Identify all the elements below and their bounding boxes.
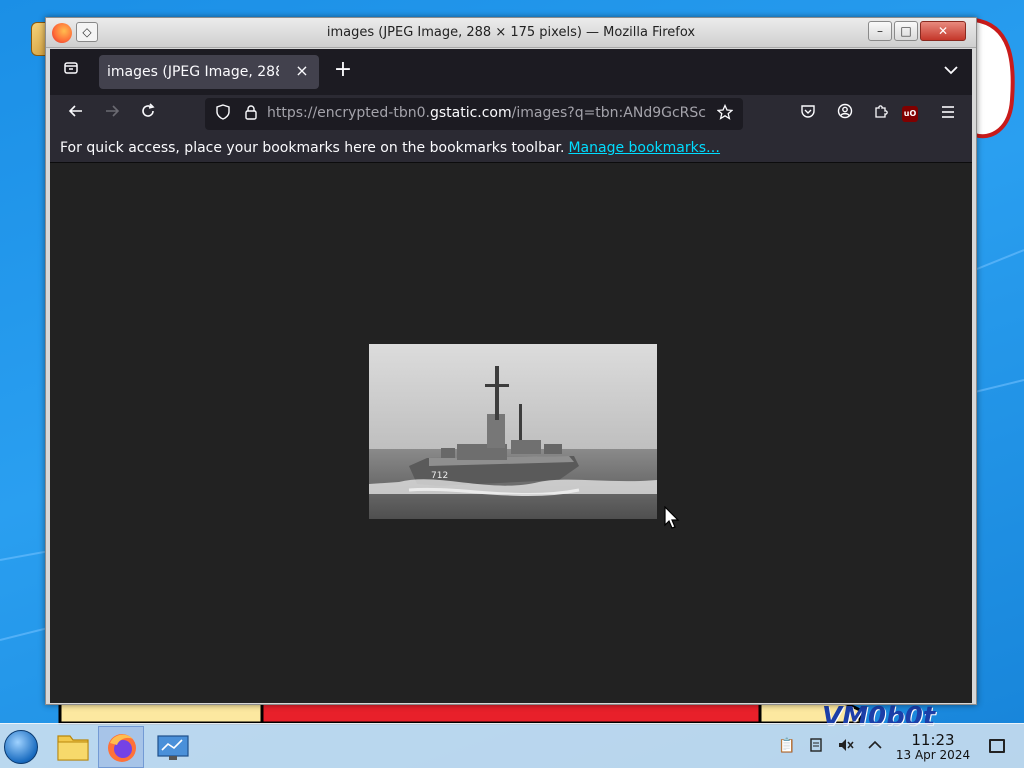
- bookmarks-toolbar: For quick access, place your bookmarks h…: [50, 133, 972, 163]
- destroyer-photo: 712: [369, 344, 657, 519]
- clipboard-tray-icon[interactable]: 📋: [778, 737, 796, 755]
- firefox-window: ◇ images (JPEG Image, 288 × 175 pixels) …: [45, 17, 977, 705]
- mouse-cursor: [664, 506, 680, 529]
- tab-close-icon[interactable]: ×: [293, 62, 311, 80]
- tray-expand-chevron-icon[interactable]: [866, 737, 884, 755]
- firefox-view-icon[interactable]: [58, 58, 84, 84]
- url-bar[interactable]: https://encrypted-tbn0.gstatic.com/image…: [205, 98, 743, 130]
- jpeg-image[interactable]: 712: [369, 344, 657, 519]
- folder-icon: [57, 735, 89, 761]
- taskbar-firefox[interactable]: [98, 726, 144, 768]
- navigation-toolbar: https://encrypted-tbn0.gstatic.com/image…: [50, 95, 972, 133]
- show-desktop-button[interactable]: [989, 739, 1005, 753]
- bookmarks-hint: For quick access, place your bookmarks h…: [60, 140, 720, 156]
- notes-tray-icon[interactable]: [807, 737, 825, 755]
- taskbar: 📋 11:23 13 Apr 2024: [0, 723, 1024, 768]
- minimize-button[interactable]: –: [868, 21, 892, 41]
- tracking-protection-shield-icon[interactable]: [213, 104, 233, 124]
- start-menu-button[interactable]: [4, 730, 38, 764]
- url-prefix: https://encrypted-tbn0.: [267, 105, 430, 121]
- extensions-puzzle-icon[interactable]: [867, 100, 895, 128]
- bookmarks-hint-text: For quick access, place your bookmarks h…: [60, 140, 565, 156]
- lock-icon[interactable]: [241, 104, 261, 124]
- ublock-origin-icon[interactable]: uO: [902, 106, 918, 122]
- back-button[interactable]: [62, 100, 90, 128]
- tab-label: images (JPEG Image, 288 × 175 pixels): [107, 64, 279, 80]
- bookmark-star-icon[interactable]: [715, 103, 735, 124]
- taskbar-file-manager[interactable]: [50, 726, 96, 768]
- hull-number: 712: [431, 471, 448, 481]
- manage-bookmarks-link[interactable]: Manage bookmarks…: [568, 140, 720, 156]
- window-titlebar[interactable]: ◇ images (JPEG Image, 288 × 175 pixels) …: [46, 18, 976, 48]
- clock-date[interactable]: 13 Apr 2024: [889, 748, 977, 762]
- firefox-icon: [108, 734, 136, 762]
- tab-active[interactable]: images (JPEG Image, 288 × 175 pixels) ×: [99, 55, 319, 89]
- list-all-tabs-icon[interactable]: [940, 60, 962, 82]
- account-icon[interactable]: [831, 100, 859, 128]
- new-tab-button[interactable]: +: [330, 58, 356, 84]
- pocket-icon[interactable]: [794, 100, 822, 128]
- url-host: gstatic.com: [429, 105, 512, 121]
- url-text[interactable]: https://encrypted-tbn0.gstatic.com/image…: [267, 105, 707, 121]
- hamburger-menu-icon[interactable]: [934, 100, 962, 128]
- clock-time[interactable]: 11:23: [896, 731, 970, 749]
- forward-button[interactable]: [98, 100, 126, 128]
- taskbar-system-monitor[interactable]: [150, 726, 196, 768]
- url-path: /images?q=tbn:ANd9GcRSc: [511, 105, 706, 121]
- volume-muted-icon[interactable]: [837, 737, 855, 755]
- maximize-button[interactable]: □: [894, 21, 918, 41]
- firefox-browser: images (JPEG Image, 288 × 175 pixels) × …: [50, 49, 972, 703]
- reload-button[interactable]: [134, 100, 162, 128]
- image-viewer-content: 712: [50, 163, 972, 703]
- window-title: images (JPEG Image, 288 × 175 pixels) — …: [326, 25, 696, 40]
- tab-strip: images (JPEG Image, 288 × 175 pixels) × …: [50, 49, 972, 95]
- close-window-button[interactable]: ✕: [920, 21, 966, 41]
- monitor-icon: [157, 735, 189, 760]
